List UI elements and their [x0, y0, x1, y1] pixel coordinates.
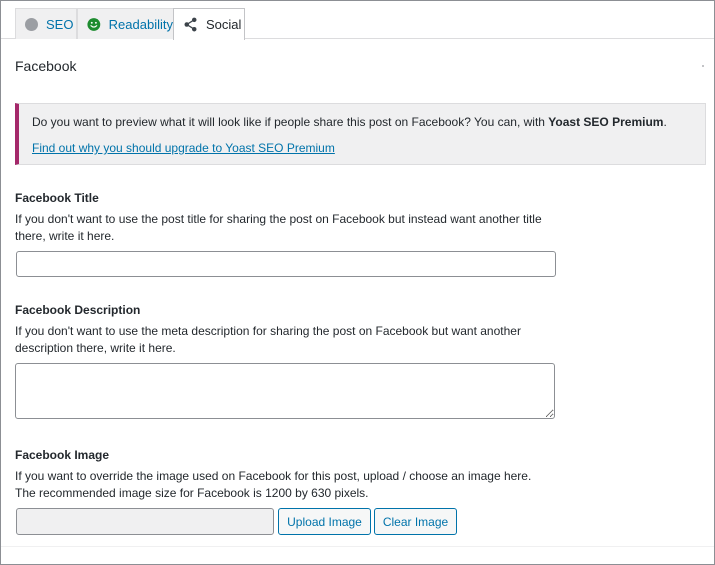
- divider: [1, 546, 714, 547]
- share-icon: [184, 17, 197, 32]
- metabox-tabs: SEO Readability Social: [1, 1, 714, 40]
- facebook-image-help: If you want to override the image used o…: [15, 469, 532, 500]
- tab-social[interactable]: Social: [173, 8, 245, 40]
- collapse-handle[interactable]: [702, 65, 704, 67]
- facebook-image-label: Facebook Image: [15, 448, 110, 462]
- facebook-image-url-field: [16, 508, 274, 535]
- section-title: Facebook: [15, 58, 77, 74]
- facebook-description-label: Facebook Description: [15, 303, 141, 317]
- notice-text: Do you want to preview what it will look…: [32, 115, 667, 129]
- premium-notice: Do you want to preview what it will look…: [15, 103, 706, 165]
- gray-circle-icon: [25, 17, 38, 31]
- notice-brand: Yoast SEO Premium: [548, 115, 664, 129]
- tab-seo-label: SEO: [46, 16, 74, 32]
- social-metabox: SEO Readability Social Facebook Do you w…: [0, 0, 715, 565]
- tab-readability[interactable]: Readability: [77, 8, 174, 39]
- facebook-description-textarea[interactable]: [15, 363, 555, 419]
- facebook-description-help: If you don't want to use the meta descri…: [15, 324, 521, 355]
- facebook-title-label: Facebook Title: [15, 191, 99, 205]
- tab-social-label: Social: [206, 17, 242, 32]
- upgrade-link[interactable]: Find out why you should upgrade to Yoast…: [32, 141, 335, 155]
- tab-readability-label: Readability: [108, 16, 173, 32]
- facebook-title-help: If you don't want to use the post title …: [15, 212, 542, 243]
- facebook-title-input[interactable]: [16, 251, 556, 277]
- smiley-icon: [87, 17, 101, 31]
- clear-image-button[interactable]: Clear Image: [374, 508, 457, 535]
- tab-seo[interactable]: SEO: [15, 8, 77, 39]
- upload-image-button[interactable]: Upload Image: [278, 508, 371, 535]
